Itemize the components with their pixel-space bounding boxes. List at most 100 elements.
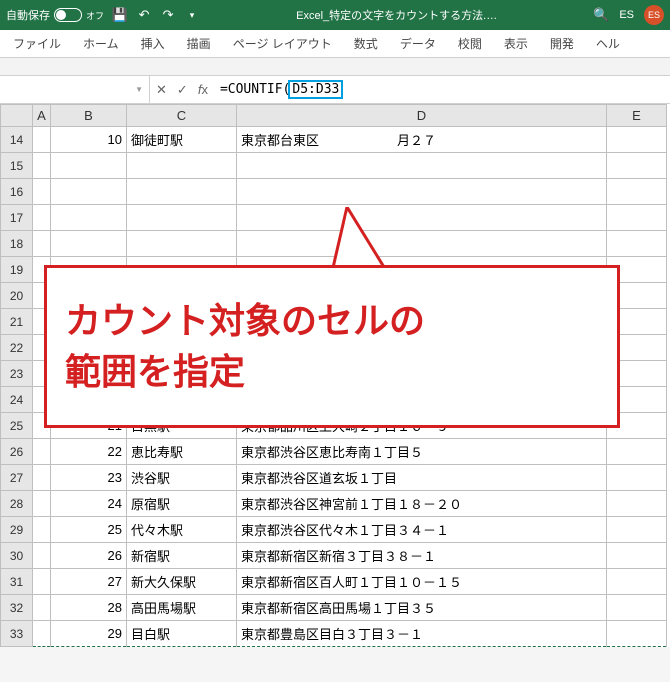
cell[interactable]: 東京都渋谷区道玄坂１丁目 [237, 465, 607, 491]
table-row[interactable]: 16 [1, 179, 667, 205]
name-box[interactable]: ▼ [0, 76, 150, 103]
cell[interactable]: 代々木駅 [127, 517, 237, 543]
cell[interactable]: 25 [51, 517, 127, 543]
search-icon[interactable]: 🔍 [593, 7, 609, 23]
tab-file[interactable]: ファイル [2, 30, 72, 57]
tab-data[interactable]: データ [389, 30, 447, 57]
cell[interactable] [33, 595, 51, 621]
cell[interactable] [127, 205, 237, 231]
cell[interactable] [607, 621, 667, 647]
avatar[interactable]: ES [644, 5, 664, 25]
select-all-corner[interactable] [1, 105, 33, 127]
cell[interactable]: 渋谷駅 [127, 465, 237, 491]
cell[interactable] [33, 153, 51, 179]
cell[interactable]: 東京都台東区 月２７ [237, 127, 607, 153]
row-header[interactable]: 26 [1, 439, 33, 465]
cell[interactable] [33, 517, 51, 543]
cell[interactable]: 原宿駅 [127, 491, 237, 517]
tab-insert[interactable]: 挿入 [130, 30, 176, 57]
row-header[interactable]: 28 [1, 491, 33, 517]
tab-view[interactable]: 表示 [493, 30, 539, 57]
cell[interactable]: 東京都新宿区新宿３丁目３８－１ [237, 543, 607, 569]
tab-help[interactable]: ヘル [585, 30, 631, 57]
row-header[interactable]: 22 [1, 335, 33, 361]
cell[interactable] [33, 439, 51, 465]
cell[interactable] [33, 205, 51, 231]
row-header[interactable]: 23 [1, 361, 33, 387]
cell[interactable] [607, 491, 667, 517]
table-row[interactable]: 32 28高田馬場駅東京都新宿区高田馬場１丁目３５ [1, 595, 667, 621]
cell[interactable] [607, 153, 667, 179]
cell[interactable]: 東京都新宿区高田馬場１丁目３５ [237, 595, 607, 621]
formula-input[interactable]: =COUNTIF(D5:D33 [214, 80, 670, 99]
row-header[interactable]: 33 [1, 621, 33, 647]
undo-icon[interactable]: ↶ [136, 7, 152, 23]
col-header-A[interactable]: A [33, 105, 51, 127]
cell[interactable] [607, 179, 667, 205]
cell[interactable] [607, 205, 667, 231]
row-header[interactable]: 14 [1, 127, 33, 153]
row-header[interactable]: 29 [1, 517, 33, 543]
cell[interactable] [33, 569, 51, 595]
table-row[interactable]: 3026新宿駅東京都新宿区新宿３丁目３８－１ [1, 543, 667, 569]
cell[interactable]: 高田馬場駅 [127, 595, 237, 621]
col-header-B[interactable]: B [51, 105, 127, 127]
row-header[interactable]: 16 [1, 179, 33, 205]
table-row[interactable]: 27 23渋谷駅東京都渋谷区道玄坂１丁目 [1, 465, 667, 491]
cell[interactable] [607, 231, 667, 257]
table-row[interactable]: 2925代々木駅東京都渋谷区代々木１丁目３４－１ [1, 517, 667, 543]
row-header[interactable]: 31 [1, 569, 33, 595]
cell[interactable]: 29 [51, 621, 127, 647]
cell[interactable]: 24 [51, 491, 127, 517]
cell[interactable] [33, 231, 51, 257]
cell[interactable]: 10 [51, 127, 127, 153]
cell[interactable] [127, 153, 237, 179]
cell[interactable] [237, 179, 607, 205]
cell[interactable] [51, 179, 127, 205]
cell[interactable] [33, 127, 51, 153]
table-row[interactable]: 3329目白駅東京都豊島区目白３丁目３－１ [1, 621, 667, 647]
table-row[interactable]: 15 [1, 153, 667, 179]
cell[interactable] [237, 153, 607, 179]
cell[interactable] [607, 127, 667, 153]
cell[interactable]: 東京都渋谷区神宮前１丁目１８－２０ [237, 491, 607, 517]
row-header[interactable]: 27 [1, 465, 33, 491]
cell[interactable]: 23 [51, 465, 127, 491]
cell[interactable] [237, 205, 607, 231]
tab-draw[interactable]: 描画 [176, 30, 222, 57]
redo-icon[interactable]: ↷ [160, 7, 176, 23]
row-header[interactable]: 30 [1, 543, 33, 569]
cell[interactable] [51, 153, 127, 179]
row-header[interactable]: 24 [1, 387, 33, 413]
table-row[interactable]: 1410御徒町駅東京都台東区 月２７ [1, 127, 667, 153]
cell[interactable] [33, 179, 51, 205]
row-header[interactable]: 18 [1, 231, 33, 257]
table-row[interactable]: 3127新大久保駅東京都新宿区百人町１丁目１０－１５ [1, 569, 667, 595]
tab-review[interactable]: 校閲 [447, 30, 493, 57]
table-row[interactable]: 2622恵比寿駅東京都渋谷区恵比寿南１丁目５ [1, 439, 667, 465]
row-header[interactable]: 32 [1, 595, 33, 621]
row-header[interactable]: 25 [1, 413, 33, 439]
cell[interactable] [607, 543, 667, 569]
cell[interactable] [127, 231, 237, 257]
row-header[interactable]: 17 [1, 205, 33, 231]
row-header[interactable]: 20 [1, 283, 33, 309]
cell[interactable]: 東京都豊島区目白３丁目３－１ [237, 621, 607, 647]
cell[interactable]: 東京都渋谷区恵比寿南１丁目５ [237, 439, 607, 465]
tab-developer[interactable]: 開発 [539, 30, 585, 57]
cancel-icon[interactable]: ✕ [156, 82, 167, 98]
cell[interactable]: 新宿駅 [127, 543, 237, 569]
cell[interactable]: 新大久保駅 [127, 569, 237, 595]
cell[interactable]: 22 [51, 439, 127, 465]
row-header[interactable]: 15 [1, 153, 33, 179]
autosave-toggle[interactable]: 自動保存 オフ [6, 7, 104, 23]
fx-icon[interactable]: fx [198, 82, 208, 98]
cell[interactable] [33, 543, 51, 569]
cell[interactable] [51, 205, 127, 231]
tab-home[interactable]: ホーム [72, 30, 130, 57]
cell[interactable] [607, 595, 667, 621]
cell[interactable] [127, 179, 237, 205]
table-row[interactable]: 28 24原宿駅東京都渋谷区神宮前１丁目１８－２０ [1, 491, 667, 517]
cell[interactable] [607, 439, 667, 465]
cell[interactable]: 28 [51, 595, 127, 621]
